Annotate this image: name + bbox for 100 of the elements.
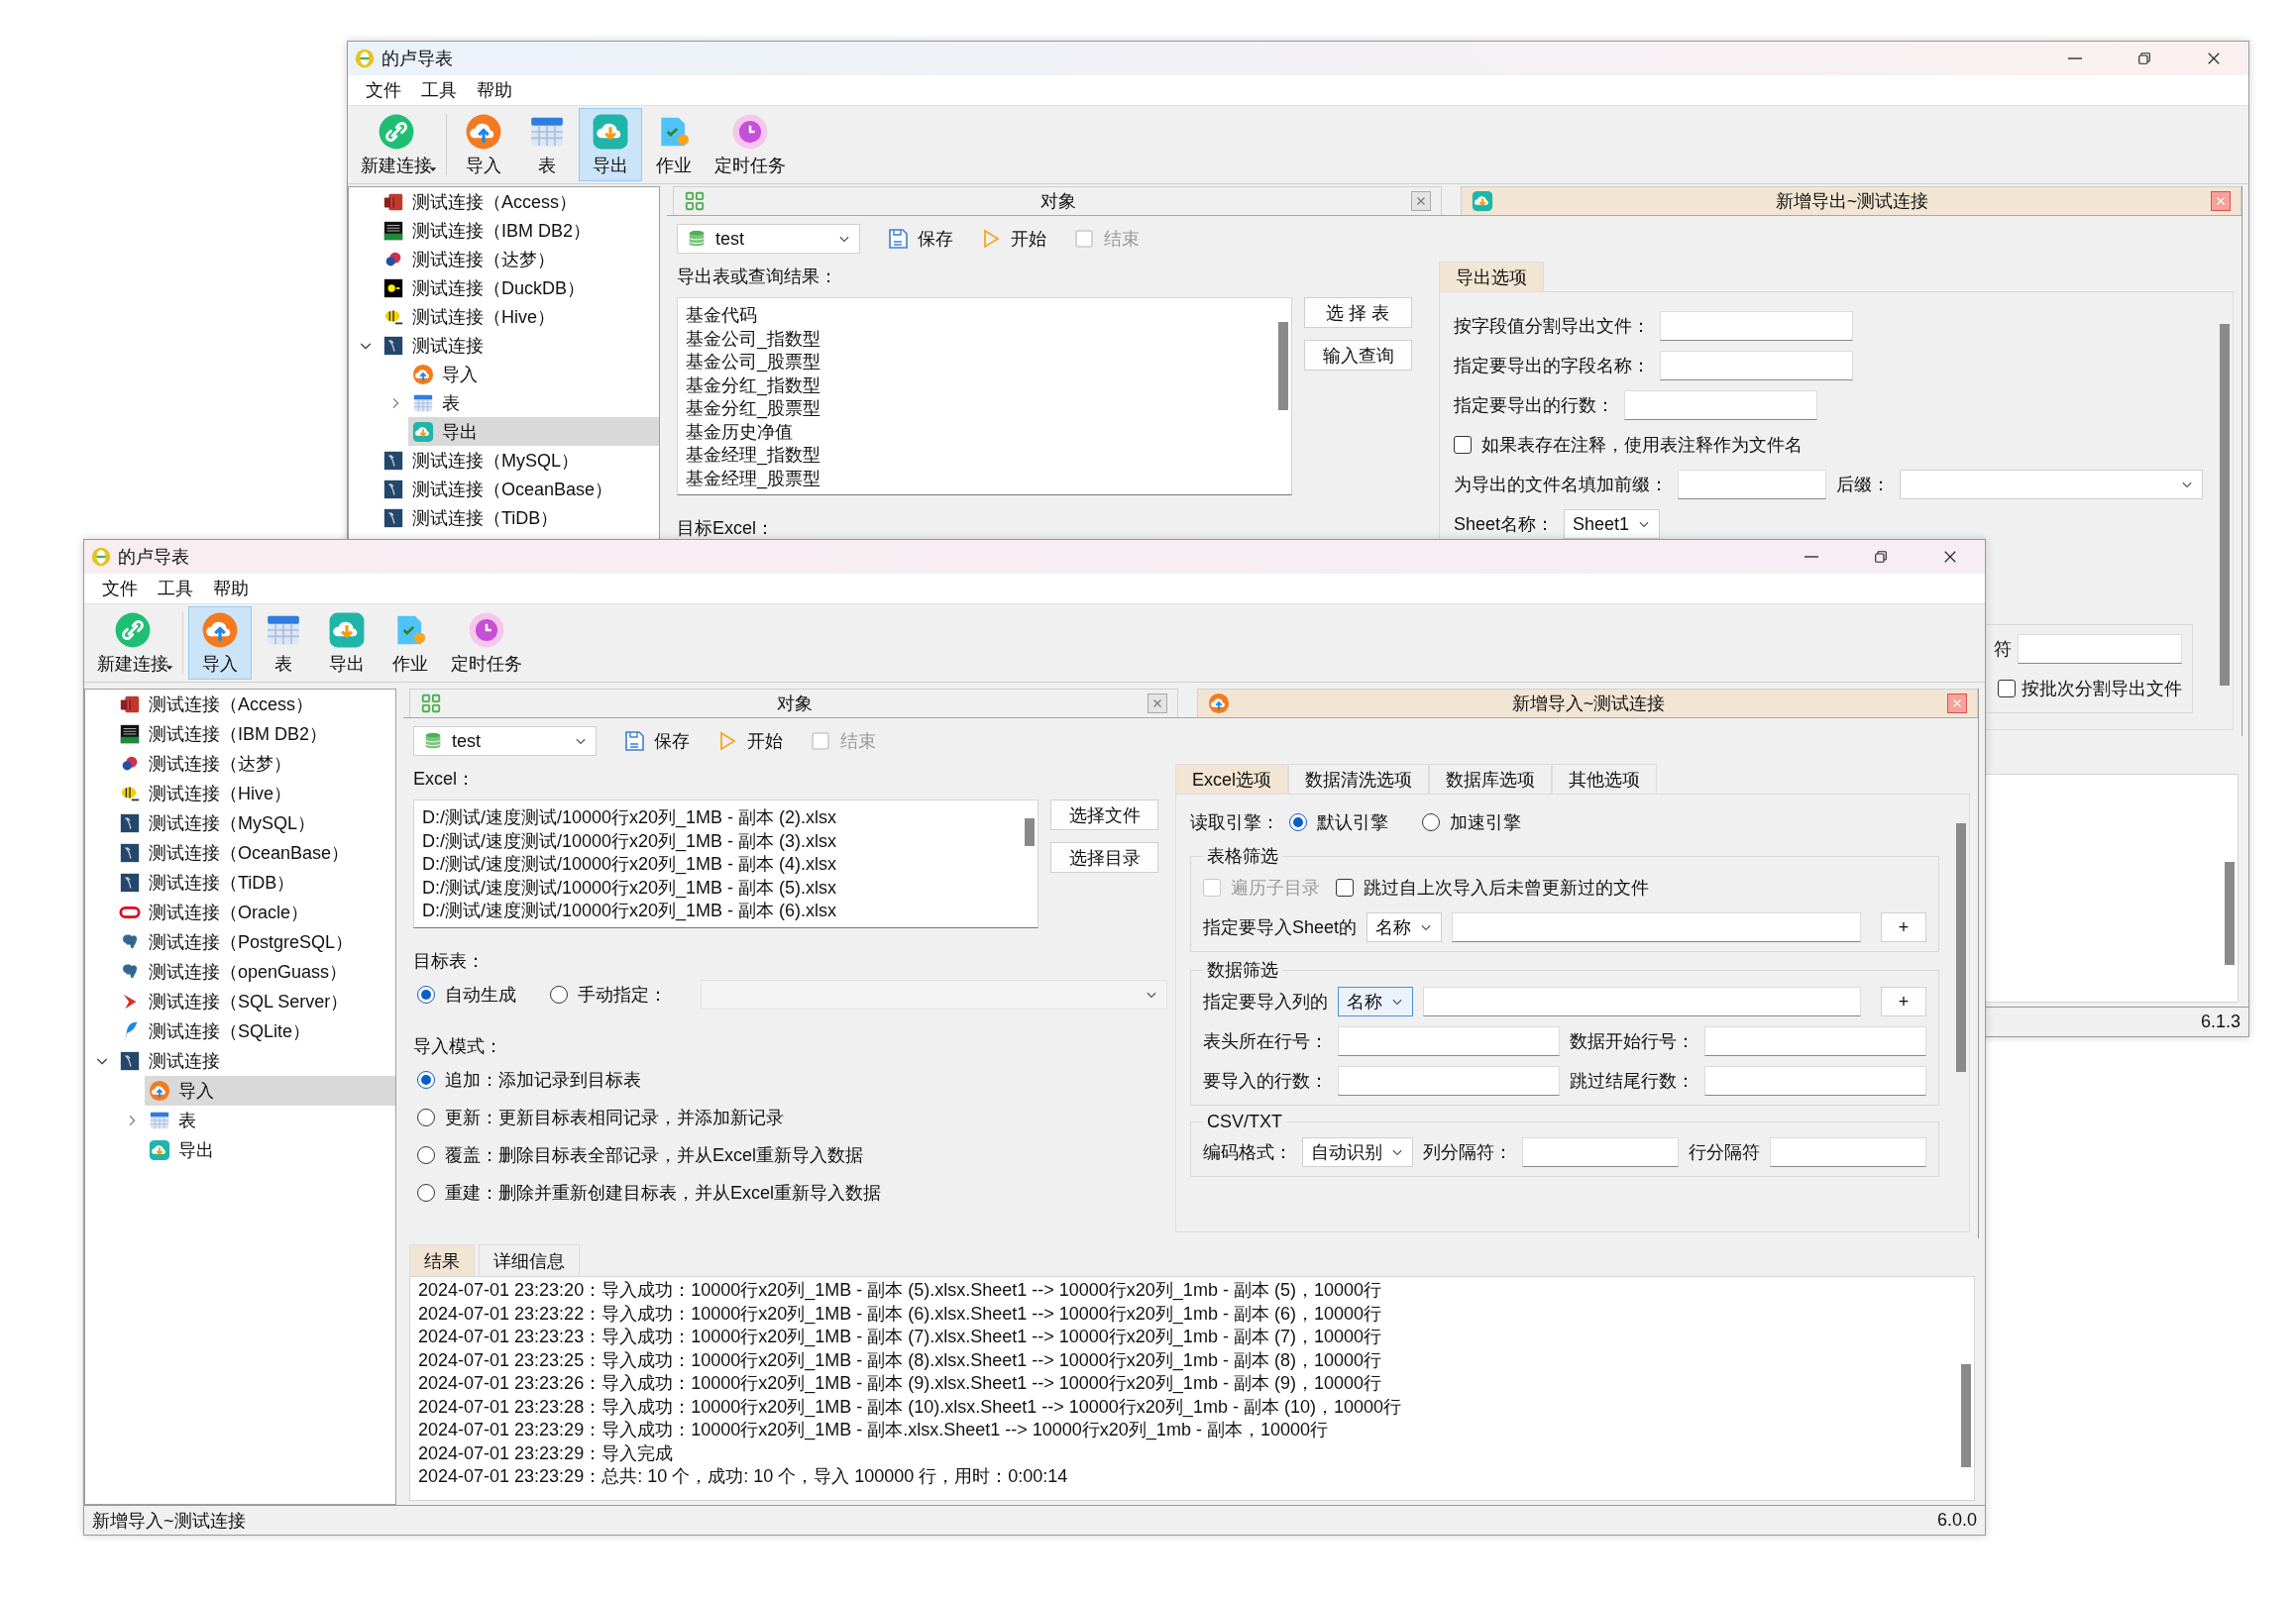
text-field[interactable]: [1660, 351, 1853, 380]
text-field[interactable]: [1660, 311, 1853, 341]
tree-item[interactable]: 测试连接（TiDB）: [115, 868, 395, 898]
dropdown[interactable]: 名称: [1338, 987, 1413, 1016]
text-field[interactable]: [1522, 1137, 1679, 1167]
tab[interactable]: 对象: [409, 689, 1178, 717]
dropdown[interactable]: 自动识别: [1302, 1137, 1413, 1167]
text-field[interactable]: [1338, 1066, 1560, 1096]
toolbar-button[interactable]: 表: [515, 108, 579, 181]
tree-item[interactable]: 测试连接（MySQL）: [379, 446, 659, 475]
tree-item[interactable]: 测试连接（Access）: [379, 187, 659, 216]
toolbar-button[interactable]: 作业: [642, 108, 706, 181]
dropdown[interactable]: 名称: [1367, 912, 1443, 942]
add-button[interactable]: +: [1881, 987, 1926, 1016]
tree-item[interactable]: 测试连接（Access）: [115, 690, 395, 719]
menu-item[interactable]: 文件: [92, 577, 148, 600]
tree-item[interactable]: 测试连接（IBM DB2）: [379, 216, 659, 245]
tree-item[interactable]: 导出: [408, 417, 659, 446]
tree-item[interactable]: 测试连接（OceanBase）: [379, 475, 659, 503]
scrollbar[interactable]: [1278, 322, 1288, 410]
tree-item[interactable]: 测试连接: [379, 331, 659, 360]
tab[interactable]: 新增导出~测试连接: [1461, 186, 2241, 215]
tree-item[interactable]: 导入: [408, 360, 659, 388]
list-item[interactable]: 基金公司_股票型: [686, 351, 1267, 374]
radio-button[interactable]: [550, 986, 568, 1004]
add-button[interactable]: +: [1881, 912, 1926, 942]
list-item[interactable]: 基金代码: [686, 304, 1267, 328]
list-item[interactable]: 基金分红_股票型: [686, 397, 1267, 421]
list-item[interactable]: D:/测试/速度测试/10000行x20列_1MB - 副本 (5).xlsx: [422, 876, 1014, 900]
list-item[interactable]: 基金分红_指数型: [686, 373, 1267, 397]
tree-item[interactable]: 导出: [145, 1135, 395, 1165]
radio-button[interactable]: [1289, 813, 1307, 831]
checkbox[interactable]: [1454, 436, 1472, 454]
tree-item[interactable]: 测试连接（SQLite）: [115, 1016, 395, 1046]
scrollbar[interactable]: [2225, 862, 2235, 965]
tab[interactable]: 详细信息: [479, 1244, 580, 1276]
tree-item[interactable]: 测试连接（openGuass）: [115, 957, 395, 987]
text-field[interactable]: [2018, 634, 2182, 664]
scrollbar[interactable]: [2220, 324, 2230, 686]
radio-button[interactable]: [417, 1146, 435, 1164]
toolbar-button[interactable]: 新建连接: [352, 108, 441, 181]
button[interactable]: 选 择 表: [1304, 297, 1412, 328]
tree-item[interactable]: 表: [408, 388, 659, 417]
radio-button[interactable]: [1422, 813, 1440, 831]
file-list[interactable]: D:/测试/速度测试/10000行x20列_1MB - 副本 (2).xlsx D:/测试/速度测试/10000行x20列_1MB - 副本 (3).xlsx D:/测试/速度测试/10000行x20列_1MB - 副本 (4).xlsx D:/测试/速度测试/10000行x20列_1MB - 副本 (5).xlsx D:/测试/速度测试/10000行x20列_1MB - 副本 (6).xlsx: [413, 800, 1039, 928]
radio-button[interactable]: [417, 986, 435, 1004]
menu-item[interactable]: 工具: [411, 78, 467, 102]
list-item[interactable]: 基金历史净值: [686, 420, 1267, 444]
toolbar-button[interactable]: 开始: [979, 227, 1046, 251]
tab[interactable]: 其他选项: [1552, 764, 1657, 794]
checkbox[interactable]: [1336, 879, 1354, 897]
text-field[interactable]: [1704, 1026, 1926, 1056]
tab[interactable]: 数据清洗选项: [1288, 764, 1429, 794]
tree-item[interactable]: 测试连接: [115, 1046, 395, 1076]
list-item[interactable]: D:/测试/速度测试/10000行x20列_1MB - 副本 (6).xlsx: [422, 900, 1014, 923]
tree-item[interactable]: 测试连接（IBM DB2）: [115, 719, 395, 749]
toolbar-button[interactable]: 表: [252, 606, 315, 680]
tree-item[interactable]: 测试连接（DuckDB）: [379, 273, 659, 302]
toolbar-button[interactable]: 保存: [886, 227, 953, 251]
tree-item[interactable]: 测试连接（Oracle）: [115, 898, 395, 927]
tree-item[interactable]: 测试连接（OceanBase）: [115, 838, 395, 868]
close-button[interactable]: [1947, 693, 1967, 713]
tree-item[interactable]: 测试连接（达梦）: [115, 749, 395, 779]
text-field[interactable]: [1704, 1066, 1926, 1096]
radio-button[interactable]: [417, 1184, 435, 1202]
toolbar-button[interactable]: 作业: [379, 606, 442, 680]
list-item[interactable]: 基金经理_股票型: [686, 467, 1267, 490]
toolbar-button[interactable]: 导入: [188, 606, 252, 680]
button[interactable]: 输入查询: [1304, 340, 1412, 371]
menu-item[interactable]: 文件: [356, 78, 411, 102]
tab[interactable]: Excel选项: [1175, 764, 1288, 794]
tree-item[interactable]: 测试连接（Hive）: [379, 302, 659, 331]
tab[interactable]: 结果: [409, 1244, 475, 1276]
list-item[interactable]: 基金公司_指数型: [686, 327, 1267, 351]
toolbar-button[interactable]: 新建连接: [88, 606, 177, 680]
list-item[interactable]: 基金经理_指数型: [686, 444, 1267, 468]
toolbar-button[interactable]: 导入: [452, 108, 515, 181]
radio-button[interactable]: [417, 1071, 435, 1089]
menu-item[interactable]: 工具: [148, 577, 203, 600]
toolbar-button[interactable]: 导出: [579, 108, 642, 181]
dropdown[interactable]: Sheet1: [1564, 509, 1661, 539]
tree-item[interactable]: 测试连接（Hive）: [115, 779, 395, 808]
text-field[interactable]: [1678, 470, 1826, 499]
close-button[interactable]: [1411, 191, 1431, 211]
tree-item[interactable]: 测试连接（MySQL）: [115, 808, 395, 838]
tree-item[interactable]: 测试连接（达梦）: [379, 245, 659, 273]
database-dropdown[interactable]: test: [413, 726, 597, 756]
toolbar-button[interactable]: 保存: [622, 729, 690, 753]
scrollbar[interactable]: [1961, 1364, 1971, 1467]
button[interactable]: 选择目录: [1050, 842, 1158, 873]
text-field[interactable]: [1770, 1137, 1926, 1167]
tab[interactable]: 对象: [673, 186, 1442, 215]
text-field[interactable]: [1423, 987, 1861, 1016]
text-field[interactable]: [1624, 390, 1817, 420]
tab[interactable]: 导出选项: [1439, 262, 1544, 291]
tree-item[interactable]: 表: [145, 1106, 395, 1135]
checkbox[interactable]: [1998, 680, 2016, 697]
text-field[interactable]: [1452, 912, 1861, 942]
table-list[interactable]: 基金代码 基金公司_指数型 基金公司_股票型 基金分红_指数型 基金分红_股票型 基金历史净值 基金经理_指数型 基金经理_股票型: [677, 297, 1292, 495]
scrollbar[interactable]: [1025, 818, 1035, 846]
